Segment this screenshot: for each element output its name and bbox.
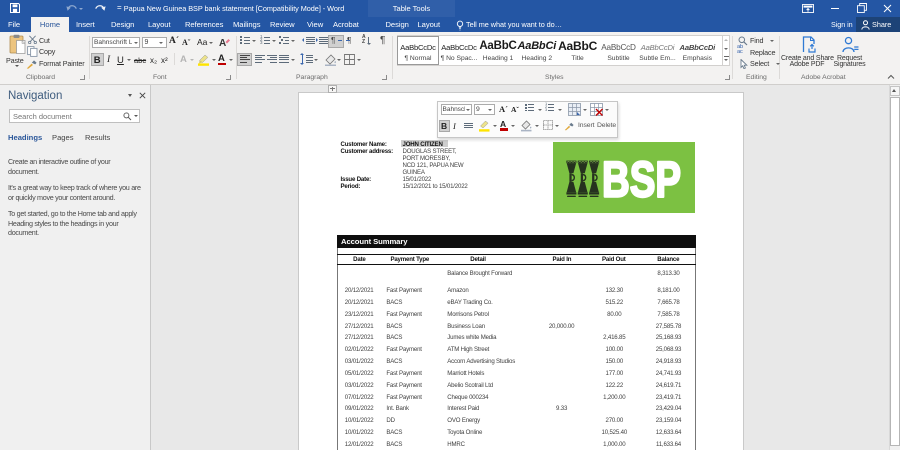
svg-text:A: A xyxy=(219,38,226,48)
svg-text:BSP: BSP xyxy=(602,156,681,201)
